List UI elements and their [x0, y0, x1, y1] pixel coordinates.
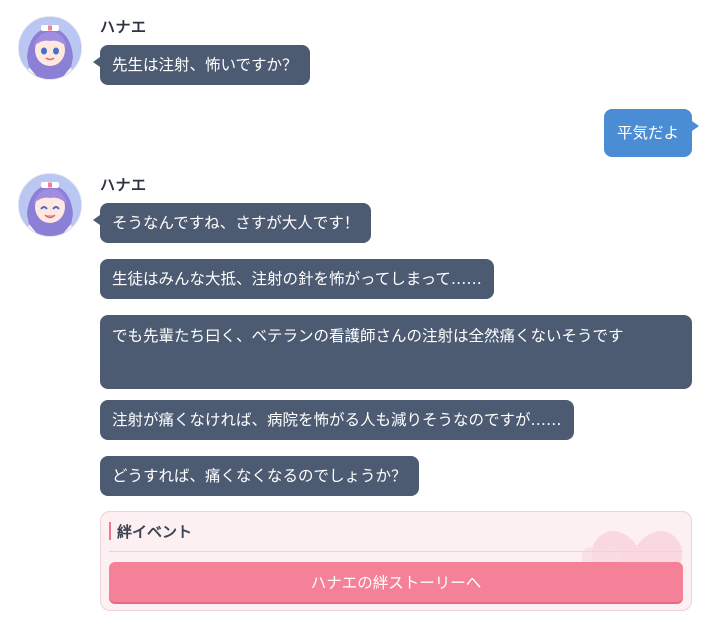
npc-message-bubble: 先生は注射、怖いですか？: [93, 45, 310, 85]
bond-divider: [109, 551, 683, 552]
npc-message-bubble: でも先輩たち曰く、ベテランの看護師さんの注射は全然痛くないそうです: [100, 315, 692, 389]
sender-name: ハナエ: [100, 18, 147, 36]
bond-accent-bar: [109, 522, 111, 540]
npc-message-bubble: そうなんですね、さすが大人です！: [92, 203, 372, 243]
bond-event-header: 絆イベント: [109, 520, 192, 542]
npc-message-bubble: 注射が痛くなければ、病院を怖がる人も減りそうなのですが……: [100, 400, 574, 440]
player-message-bubble: 平気だよ: [603, 109, 700, 157]
npc-message-bubble: 生徒はみんな大抵、注射の針を怖がってしまって……: [100, 259, 494, 299]
sender-name: ハナエ: [100, 176, 147, 194]
character-avatar-icon[interactable]: [18, 173, 82, 237]
bond-event-card: 絆イベント ハナエの絆ストーリーへ: [100, 511, 692, 611]
character-avatar-icon[interactable]: [18, 16, 82, 80]
bond-event-title: 絆イベント: [117, 522, 193, 541]
bond-story-button[interactable]: ハナエの絆ストーリーへ: [109, 562, 683, 602]
npc-message-bubble: どうすれば、痛くなくなるのでしょうか？: [100, 456, 419, 496]
